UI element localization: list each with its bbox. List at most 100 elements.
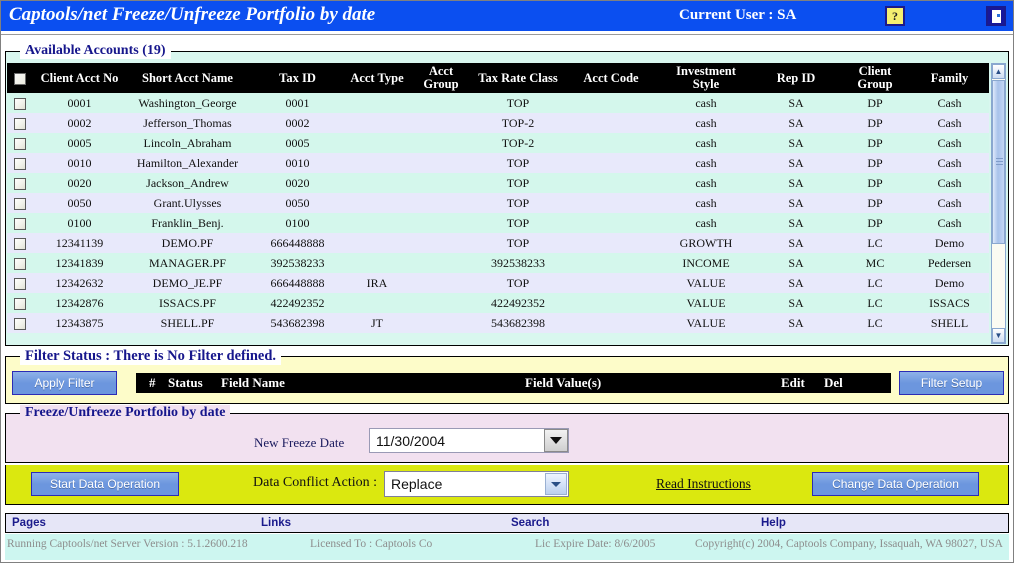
chevron-down-icon[interactable] [545, 473, 567, 495]
footer-link-pages[interactable]: Pages [12, 517, 46, 529]
cell-acct-group[interactable] [408, 193, 474, 213]
cell-acct-code[interactable] [562, 253, 660, 273]
cell-family[interactable]: Pedersen [910, 253, 989, 273]
cell-acct-group[interactable] [408, 293, 474, 313]
cell-acct-group[interactable] [408, 153, 474, 173]
column-header-client-acct-no[interactable]: Client Acct No [33, 63, 126, 93]
chevron-down-icon[interactable] [544, 429, 568, 452]
table-row[interactable]: 12341139DEMO.PF666448888TOPGROWTHSALCDem… [7, 233, 989, 253]
scrollbar-thumb[interactable] [992, 80, 1005, 244]
change-data-operation-button[interactable]: Change Data Operation [812, 472, 979, 496]
cell-client-group[interactable]: DP [840, 153, 910, 173]
cell-tax-id[interactable]: 666448888 [249, 273, 346, 293]
row-select-cell[interactable] [7, 233, 33, 253]
cell-client-acct-no[interactable]: 12341139 [33, 233, 126, 253]
footer-link-links[interactable]: Links [261, 517, 291, 529]
cell-investment-style[interactable]: cash [660, 193, 752, 213]
data-conflict-action-select[interactable]: Replace [384, 471, 569, 497]
cell-rep-id[interactable]: SA [752, 273, 840, 293]
start-data-operation-button[interactable]: Start Data Operation [31, 472, 179, 496]
cell-tax-rate-class[interactable]: TOP [474, 153, 562, 173]
column-header-investment-style[interactable]: Investment Style [660, 63, 752, 93]
cell-short-acct-name[interactable]: Hamilton_Alexander [126, 153, 249, 173]
cell-client-acct-no[interactable]: 0010 [33, 153, 126, 173]
cell-acct-type[interactable] [346, 253, 408, 273]
cell-short-acct-name[interactable]: ISSACS.PF [126, 293, 249, 313]
row-checkbox[interactable] [14, 198, 26, 210]
cell-investment-style[interactable]: GROWTH [660, 233, 752, 253]
cell-client-group[interactable]: LC [840, 273, 910, 293]
column-header-client-group[interactable]: Client Group [840, 63, 910, 93]
table-row[interactable]: 12342632DEMO_JE.PF666448888IRATOPVALUESA… [7, 273, 989, 293]
cell-tax-id[interactable]: 422492352 [249, 293, 346, 313]
cell-acct-group[interactable] [408, 173, 474, 193]
cell-acct-code[interactable] [562, 133, 660, 153]
cell-acct-group[interactable] [408, 233, 474, 253]
cell-tax-id[interactable]: 0005 [249, 133, 346, 153]
cell-client-acct-no[interactable]: 12342632 [33, 273, 126, 293]
column-header-family[interactable]: Family [910, 63, 989, 93]
cell-family[interactable]: Demo [910, 273, 989, 293]
cell-investment-style[interactable]: cash [660, 133, 752, 153]
cell-tax-rate-class[interactable]: TOP-2 [474, 113, 562, 133]
select-all-header[interactable] [7, 63, 33, 93]
cell-acct-type[interactable]: IRA [346, 273, 408, 293]
cell-investment-style[interactable]: cash [660, 213, 752, 233]
select-all-checkbox[interactable] [14, 73, 26, 85]
row-checkbox[interactable] [14, 278, 26, 290]
row-select-cell[interactable] [7, 253, 33, 273]
row-select-cell[interactable] [7, 93, 33, 113]
cell-family[interactable]: Cash [910, 173, 989, 193]
column-header-acct-code[interactable]: Acct Code [562, 63, 660, 93]
cell-rep-id[interactable]: SA [752, 293, 840, 313]
cell-short-acct-name[interactable]: SHELL.PF [126, 313, 249, 333]
cell-tax-rate-class[interactable]: 392538233 [474, 253, 562, 273]
cell-acct-code[interactable] [562, 313, 660, 333]
column-header-acct-type[interactable]: Acct Type [346, 63, 408, 93]
cell-short-acct-name[interactable]: Jackson_Andrew [126, 173, 249, 193]
cell-client-acct-no[interactable]: 12342876 [33, 293, 126, 313]
row-checkbox[interactable] [14, 98, 26, 110]
cell-short-acct-name[interactable]: Franklin_Benj. [126, 213, 249, 233]
cell-acct-group[interactable] [408, 213, 474, 233]
table-row[interactable]: 0020Jackson_Andrew0020TOPcashSADPCash [7, 173, 989, 193]
chevron-down-icon[interactable]: ▼ [992, 328, 1005, 343]
cell-investment-style[interactable]: cash [660, 173, 752, 193]
cell-client-acct-no[interactable]: 0001 [33, 93, 126, 113]
new-freeze-date-input[interactable]: 11/30/2004 [369, 428, 569, 453]
row-select-cell[interactable] [7, 153, 33, 173]
cell-rep-id[interactable]: SA [752, 193, 840, 213]
table-row[interactable]: 0002Jefferson_Thomas0002TOP-2cashSADPCas… [7, 113, 989, 133]
row-select-cell[interactable] [7, 313, 33, 333]
cell-tax-id[interactable]: 0002 [249, 113, 346, 133]
cell-acct-type[interactable] [346, 193, 408, 213]
cell-client-group[interactable]: DP [840, 113, 910, 133]
cell-rep-id[interactable]: SA [752, 153, 840, 173]
cell-family[interactable]: Cash [910, 93, 989, 113]
cell-rep-id[interactable]: SA [752, 253, 840, 273]
cell-family[interactable]: SHELL [910, 313, 989, 333]
column-header-short-acct-name[interactable]: Short Acct Name [126, 63, 249, 93]
cell-acct-type[interactable] [346, 213, 408, 233]
cell-client-acct-no[interactable]: 0002 [33, 113, 126, 133]
cell-acct-group[interactable] [408, 113, 474, 133]
cell-short-acct-name[interactable]: Jefferson_Thomas [126, 113, 249, 133]
help-icon[interactable]: ? [885, 6, 905, 26]
cell-short-acct-name[interactable]: DEMO.PF [126, 233, 249, 253]
cell-client-group[interactable]: MC [840, 253, 910, 273]
row-checkbox[interactable] [14, 318, 26, 330]
cell-investment-style[interactable]: INCOME [660, 253, 752, 273]
row-select-cell[interactable] [7, 293, 33, 313]
cell-family[interactable]: Cash [910, 193, 989, 213]
cell-acct-type[interactable] [346, 93, 408, 113]
table-row[interactable]: 12342876ISSACS.PF422492352422492352VALUE… [7, 293, 989, 313]
cell-client-group[interactable]: DP [840, 173, 910, 193]
table-row[interactable]: 0100Franklin_Benj.0100TOPcashSADPCash [7, 213, 989, 233]
cell-investment-style[interactable]: cash [660, 93, 752, 113]
cell-acct-code[interactable] [562, 153, 660, 173]
cell-acct-type[interactable] [346, 153, 408, 173]
cell-client-acct-no[interactable]: 0050 [33, 193, 126, 213]
cell-client-group[interactable]: DP [840, 193, 910, 213]
cell-acct-type[interactable] [346, 173, 408, 193]
cell-client-acct-no[interactable]: 0100 [33, 213, 126, 233]
